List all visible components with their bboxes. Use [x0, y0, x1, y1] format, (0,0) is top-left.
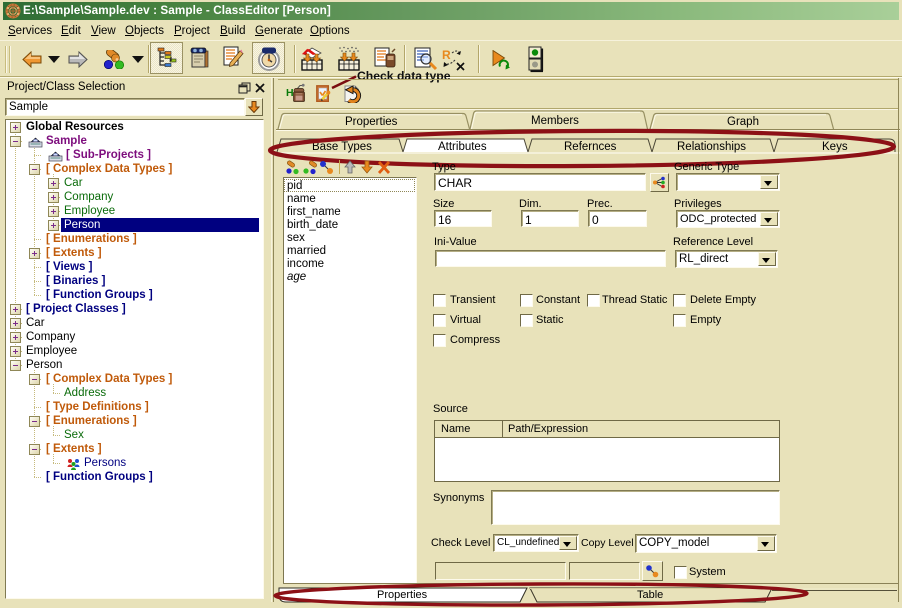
svg-text:R: R: [442, 48, 451, 62]
svg-text:H: H: [286, 87, 294, 99]
